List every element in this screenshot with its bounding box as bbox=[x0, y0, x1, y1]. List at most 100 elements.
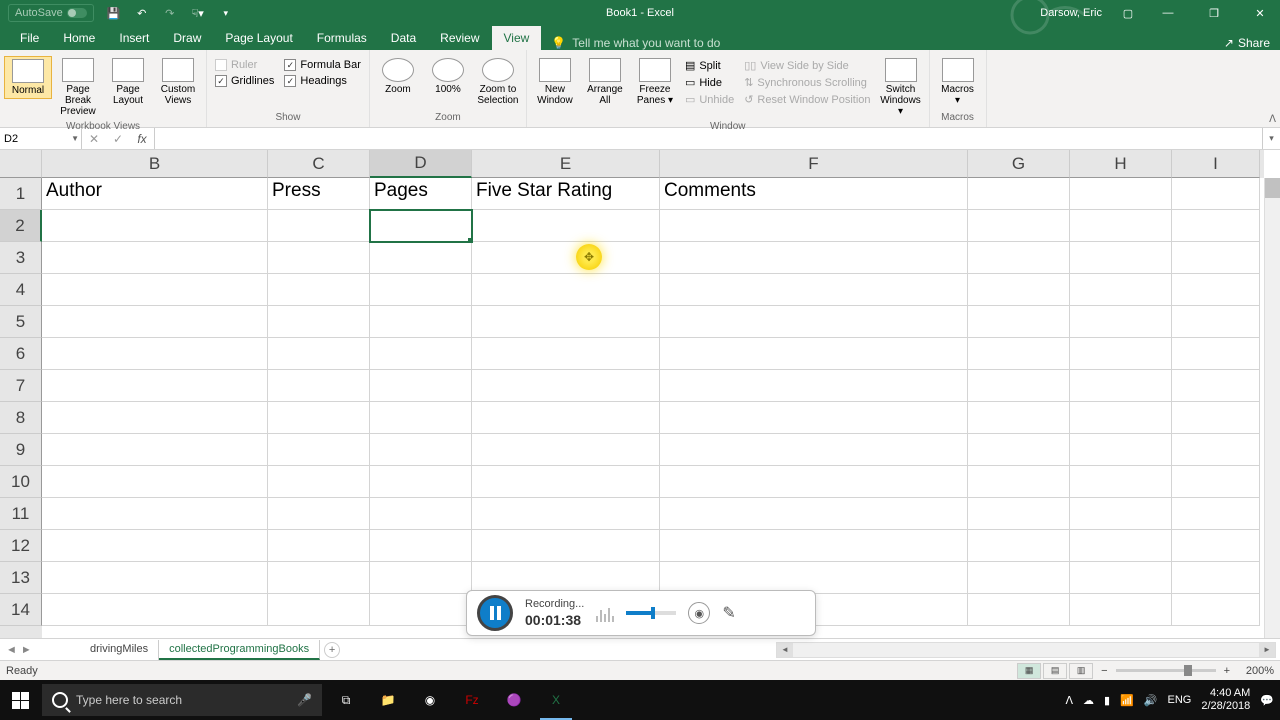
cell-B6[interactable] bbox=[42, 338, 268, 370]
row-header-14[interactable]: 14 bbox=[0, 594, 42, 626]
webcam-icon[interactable]: ◉ bbox=[688, 602, 710, 624]
cell-G13[interactable] bbox=[968, 562, 1070, 594]
cell-H10[interactable] bbox=[1070, 466, 1172, 498]
formula-bar-checkbox[interactable]: Formula Bar bbox=[282, 58, 363, 72]
cell-E9[interactable] bbox=[472, 434, 660, 466]
cell-C2[interactable] bbox=[268, 210, 370, 242]
cell-D13[interactable] bbox=[370, 562, 472, 594]
row-header-9[interactable]: 9 bbox=[0, 434, 42, 466]
cell-D8[interactable] bbox=[370, 402, 472, 434]
split-button[interactable]: ▤Split bbox=[683, 58, 736, 73]
cell-H3[interactable] bbox=[1070, 242, 1172, 274]
cell-C8[interactable] bbox=[268, 402, 370, 434]
onedrive-icon[interactable]: ☁ bbox=[1083, 694, 1094, 707]
cell-G2[interactable] bbox=[968, 210, 1070, 242]
maximize-button[interactable]: ❐ bbox=[1194, 0, 1234, 26]
scroll-thumb[interactable] bbox=[1265, 178, 1280, 198]
mic-icon[interactable]: 🎤 bbox=[297, 693, 312, 707]
clock[interactable]: 4:40 AM 2/28/2018 bbox=[1201, 687, 1250, 713]
cell-C1[interactable]: Press bbox=[268, 178, 370, 210]
zoom-slider[interactable] bbox=[1116, 669, 1216, 672]
cell-F4[interactable] bbox=[660, 274, 968, 306]
sheet-next-icon[interactable]: ► bbox=[21, 644, 32, 656]
cell-F8[interactable] bbox=[660, 402, 968, 434]
view-page-layout-icon[interactable]: ▤ bbox=[1043, 663, 1067, 679]
cell-G10[interactable] bbox=[968, 466, 1070, 498]
cell-G1[interactable] bbox=[968, 178, 1070, 210]
col-header-C[interactable]: C bbox=[268, 150, 370, 178]
vertical-scrollbar[interactable] bbox=[1264, 178, 1280, 638]
cell-I6[interactable] bbox=[1172, 338, 1260, 370]
annotate-icon[interactable]: ✎ bbox=[722, 603, 735, 623]
cell-H8[interactable] bbox=[1070, 402, 1172, 434]
col-header-H[interactable]: H bbox=[1070, 150, 1172, 178]
sheet-tab-collectedprogrammingbooks[interactable]: collectedProgrammingBooks bbox=[159, 640, 320, 660]
cell-H1[interactable] bbox=[1070, 178, 1172, 210]
view-page-break-icon[interactable]: ▥ bbox=[1069, 663, 1093, 679]
cell-I2[interactable] bbox=[1172, 210, 1260, 242]
tab-draw[interactable]: Draw bbox=[161, 26, 213, 50]
cell-I4[interactable] bbox=[1172, 274, 1260, 306]
cell-G5[interactable] bbox=[968, 306, 1070, 338]
cell-F3[interactable] bbox=[660, 242, 968, 274]
add-sheet-button[interactable]: + bbox=[324, 642, 340, 658]
cell-C5[interactable] bbox=[268, 306, 370, 338]
cells-area[interactable]: AuthorPressPagesFive Star RatingComments bbox=[42, 178, 1264, 638]
cell-D1[interactable]: Pages bbox=[370, 178, 472, 210]
cell-E8[interactable] bbox=[472, 402, 660, 434]
page-layout-button[interactable]: Page Layout bbox=[104, 56, 152, 108]
cell-G11[interactable] bbox=[968, 498, 1070, 530]
qat-customize-icon[interactable]: ▾ bbox=[218, 5, 234, 21]
page-break-button[interactable]: Page Break Preview bbox=[54, 56, 102, 119]
cell-H6[interactable] bbox=[1070, 338, 1172, 370]
taskbar-search[interactable]: Type here to search 🎤 bbox=[42, 684, 322, 716]
cell-H4[interactable] bbox=[1070, 274, 1172, 306]
cell-E4[interactable] bbox=[472, 274, 660, 306]
cell-C3[interactable] bbox=[268, 242, 370, 274]
cell-G6[interactable] bbox=[968, 338, 1070, 370]
cell-I13[interactable] bbox=[1172, 562, 1260, 594]
cell-H5[interactable] bbox=[1070, 306, 1172, 338]
cell-E10[interactable] bbox=[472, 466, 660, 498]
expand-formula-bar-icon[interactable]: ▾ bbox=[1262, 128, 1280, 149]
cell-D7[interactable] bbox=[370, 370, 472, 402]
cell-I14[interactable] bbox=[1172, 594, 1260, 626]
row-header-5[interactable]: 5 bbox=[0, 306, 42, 338]
row-header-8[interactable]: 8 bbox=[0, 402, 42, 434]
cell-B5[interactable] bbox=[42, 306, 268, 338]
sheet-prev-icon[interactable]: ◄ bbox=[6, 644, 17, 656]
close-button[interactable]: ✕ bbox=[1240, 0, 1280, 26]
cell-D4[interactable] bbox=[370, 274, 472, 306]
cell-B4[interactable] bbox=[42, 274, 268, 306]
chrome-icon[interactable]: ◉ bbox=[410, 680, 450, 720]
cell-B11[interactable] bbox=[42, 498, 268, 530]
row-header-7[interactable]: 7 bbox=[0, 370, 42, 402]
cell-B12[interactable] bbox=[42, 530, 268, 562]
collapse-ribbon-icon[interactable]: ᐱ bbox=[1269, 114, 1276, 125]
tray-expand-icon[interactable]: ᐱ bbox=[1066, 694, 1074, 707]
cell-H2[interactable] bbox=[1070, 210, 1172, 242]
hscroll-right-icon[interactable]: ► bbox=[1259, 643, 1275, 657]
tab-review[interactable]: Review bbox=[428, 26, 491, 50]
name-box-dropdown-icon[interactable]: ▼ bbox=[71, 134, 79, 143]
cell-C6[interactable] bbox=[268, 338, 370, 370]
sheet-tab-drivingmiles[interactable]: drivingMiles bbox=[80, 640, 159, 660]
pause-recording-button[interactable] bbox=[477, 595, 513, 631]
zoom-100-button[interactable]: 100% bbox=[424, 56, 472, 97]
tell-me-search[interactable]: 💡 Tell me what you want to do bbox=[551, 36, 720, 50]
cell-G4[interactable] bbox=[968, 274, 1070, 306]
filezilla-icon[interactable]: Fz bbox=[452, 680, 492, 720]
hide-button[interactable]: ▭Hide bbox=[683, 75, 736, 90]
zoom-selection-button[interactable]: Zoom to Selection bbox=[474, 56, 522, 108]
cell-B7[interactable] bbox=[42, 370, 268, 402]
cell-C14[interactable] bbox=[268, 594, 370, 626]
col-header-I[interactable]: I bbox=[1172, 150, 1260, 178]
new-window-button[interactable]: New Window bbox=[531, 56, 579, 108]
cell-D11[interactable] bbox=[370, 498, 472, 530]
row-header-11[interactable]: 11 bbox=[0, 498, 42, 530]
cell-I7[interactable] bbox=[1172, 370, 1260, 402]
row-header-2[interactable]: 2 bbox=[0, 210, 42, 242]
cell-B3[interactable] bbox=[42, 242, 268, 274]
row-header-10[interactable]: 10 bbox=[0, 466, 42, 498]
redo-icon[interactable]: ↷ bbox=[162, 5, 178, 21]
